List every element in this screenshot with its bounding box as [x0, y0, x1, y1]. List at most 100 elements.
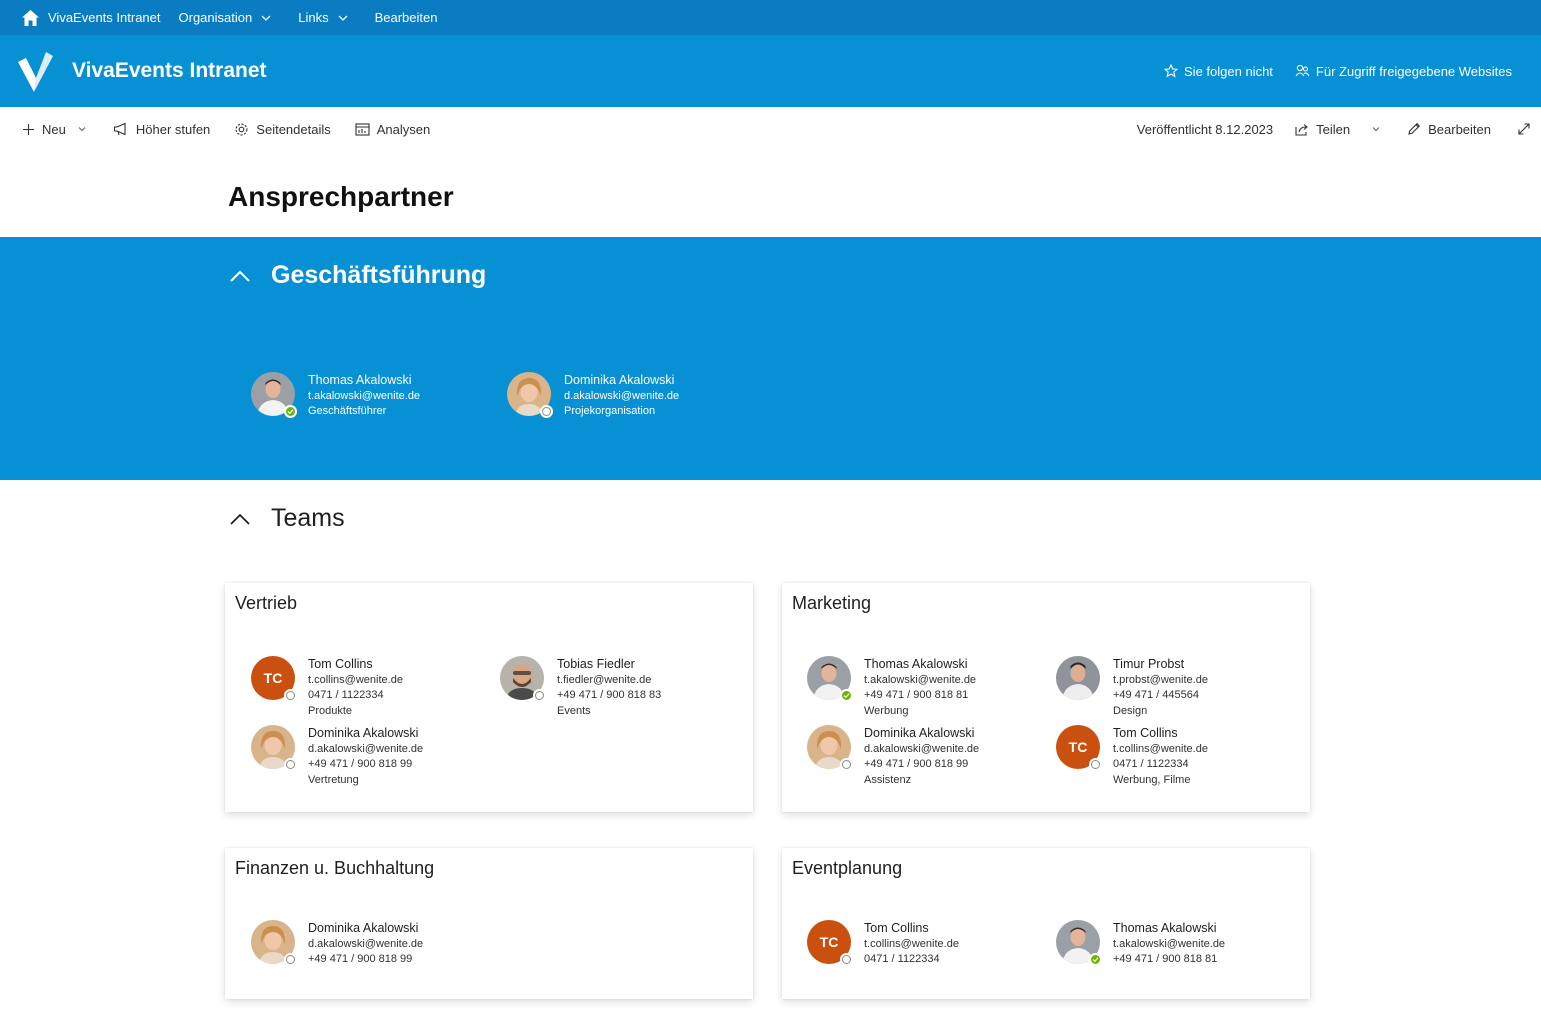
page-details-button[interactable]: Seitendetails [234, 122, 331, 137]
person-name[interactable]: Dominika Akalowski [308, 726, 423, 742]
share-button[interactable]: Teilen [1295, 122, 1381, 137]
person-phone[interactable]: +49 471 / 900 818 83 [557, 688, 661, 704]
analytics-label: Analysen [376, 121, 431, 137]
analytics-button[interactable]: Analysen [355, 122, 430, 137]
person-phone[interactable]: +49 471 / 445564 [1113, 688, 1208, 704]
avatar[interactable] [251, 920, 297, 966]
person-phone[interactable]: +49 471 / 900 818 81 [1113, 952, 1225, 968]
new-button[interactable]: Neu [22, 122, 87, 137]
person-email[interactable]: d.akalowski@wenite.de [308, 937, 423, 953]
chevron-up-icon[interactable] [229, 269, 251, 283]
person-card[interactable]: Timur Probst t.probst@wenite.de +49 471 … [1056, 656, 1208, 719]
person-phone[interactable]: 0471 / 1122334 [864, 952, 959, 968]
person-email[interactable]: t.akalowski@wenite.de [864, 673, 976, 689]
management-header[interactable]: Geschäftsführung [229, 261, 486, 290]
person-card[interactable]: Thomas Akalowski t.akalowski@wenite.de +… [1056, 920, 1225, 968]
page-title: Ansprechpartner [228, 181, 454, 212]
person-email[interactable]: t.collins@wenite.de [1113, 742, 1208, 758]
nav-organisation-label: Organisation [178, 10, 253, 25]
person-phone[interactable]: 0471 / 1122334 [308, 688, 403, 704]
person-name[interactable]: Thomas Akalowski [864, 657, 976, 673]
person-card[interactable]: Dominika Akalowski d.akalowski@wenite.de… [251, 725, 423, 788]
person-card[interactable]: TC Tom Collins t.collins@wenite.de 0471 … [807, 920, 959, 968]
person-card[interactable]: TC Tom Collins t.collins@wenite.de 0471 … [251, 656, 403, 719]
team-card-title: Vertrieb [235, 593, 298, 613]
gear-icon [235, 123, 248, 135]
person-card[interactable]: TC Tom Collins t.collins@wenite.de 0471 … [1056, 725, 1208, 788]
presence-offline-icon [1089, 758, 1102, 771]
site-logo-icon[interactable] [16, 48, 54, 94]
suite-site-name[interactable]: VivaEvents Intranet [48, 10, 161, 25]
management-title: Geschäftsführung [271, 261, 487, 289]
teams-header[interactable]: Teams [229, 504, 345, 533]
person-role: Vertretung [308, 773, 359, 786]
person-phone[interactable]: +49 471 / 900 818 99 [308, 952, 423, 968]
command-bar: Neu Höher stufen Seitendetails Analysen … [0, 107, 1541, 151]
avatar[interactable] [1056, 656, 1100, 700]
avatar[interactable] [807, 656, 853, 702]
avatar[interactable]: TC [807, 920, 853, 966]
avatar[interactable]: TC [1056, 725, 1102, 771]
person-name[interactable]: Dominika Akalowski [564, 373, 679, 389]
avatar[interactable] [507, 372, 553, 418]
person-phone[interactable]: +49 471 / 900 818 81 [864, 688, 976, 704]
presence-offline-icon [284, 689, 297, 702]
person-name[interactable]: Thomas Akalowski [1113, 921, 1225, 937]
nav-bearbeiten[interactable]: Bearbeiten [375, 10, 438, 25]
edit-button[interactable]: Bearbeiten [1407, 122, 1491, 137]
person-name[interactable]: Timur Probst [1113, 657, 1208, 673]
site-title[interactable]: VivaEvents Intranet [72, 59, 267, 83]
team-card-vertrieb: Vertrieb TC Tom Collins t.collins@wenite… [225, 583, 753, 812]
teams-title: Teams [271, 504, 345, 532]
person-email[interactable]: d.akalowski@wenite.de [564, 389, 679, 405]
person-card[interactable]: Thomas Akalowski t.akalowski@wenite.de G… [251, 372, 420, 420]
person-card[interactable]: Tobias Fiedler t.fiedler@wenite.de +49 4… [500, 656, 661, 719]
shared-sites-button[interactable]: Für Zugriff freigegebene Websites [1295, 64, 1512, 79]
avatar[interactable] [1056, 920, 1102, 966]
nav-organisation[interactable]: Organisation [179, 10, 273, 25]
chevron-up-icon[interactable] [229, 512, 251, 526]
suite-navigation-bar: VivaEvents Intranet Organisation Links B… [0, 0, 1541, 35]
person-name[interactable]: Tom Collins [1113, 726, 1208, 742]
avatar[interactable] [251, 725, 297, 771]
person-name[interactable]: Tom Collins [308, 657, 403, 673]
person-email[interactable]: t.akalowski@wenite.de [1113, 937, 1225, 953]
person-email[interactable]: t.akalowski@wenite.de [308, 389, 420, 405]
promote-button[interactable]: Höher stufen [113, 122, 210, 137]
person-email[interactable]: d.akalowski@wenite.de [864, 742, 979, 758]
avatar[interactable] [251, 372, 297, 418]
person-phone[interactable]: +49 471 / 900 818 99 [308, 757, 423, 773]
person-email[interactable]: t.probst@wenite.de [1113, 673, 1208, 689]
follow-button[interactable]: Sie folgen nicht [1164, 64, 1273, 79]
person-card[interactable]: Thomas Akalowski t.akalowski@wenite.de +… [807, 656, 976, 719]
presence-available-icon [840, 689, 853, 702]
share-label: Teilen [1316, 121, 1351, 137]
person-name[interactable]: Thomas Akalowski [308, 373, 420, 389]
person-email[interactable]: t.collins@wenite.de [308, 673, 403, 689]
chevron-down-icon [261, 15, 271, 21]
person-card[interactable]: Dominika Akalowski d.akalowski@wenite.de… [507, 372, 679, 420]
person-card[interactable]: Dominika Akalowski d.akalowski@wenite.de… [807, 725, 979, 788]
presence-offline-icon [540, 405, 553, 418]
management-section: Geschäftsführung Thomas Akalowski t.akal… [0, 237, 1541, 480]
nav-links[interactable]: Links [298, 10, 348, 25]
avatar[interactable] [500, 656, 546, 702]
pencil-icon [1408, 122, 1421, 135]
person-name[interactable]: Tobias Fiedler [557, 657, 661, 673]
person-name[interactable]: Dominika Akalowski [864, 726, 979, 742]
team-card-title: Eventplanung [792, 858, 903, 878]
expand-button[interactable] [1517, 122, 1531, 136]
published-status: Veröffentlicht 8.12.2023 [1136, 121, 1274, 137]
person-email[interactable]: t.collins@wenite.de [864, 937, 959, 953]
avatar[interactable] [807, 725, 853, 771]
person-email[interactable]: t.fiedler@wenite.de [557, 673, 661, 689]
team-card-marketing: Marketing Thomas Akalowski t.akalowski@w… [782, 583, 1310, 812]
person-name[interactable]: Dominika Akalowski [308, 921, 423, 937]
person-name[interactable]: Tom Collins [864, 921, 959, 937]
person-email[interactable]: d.akalowski@wenite.de [308, 742, 423, 758]
avatar[interactable]: TC [251, 656, 297, 702]
person-card[interactable]: Dominika Akalowski d.akalowski@wenite.de… [251, 920, 423, 968]
person-phone[interactable]: 0471 / 1122334 [1113, 757, 1208, 773]
person-phone[interactable]: +49 471 / 900 818 99 [864, 757, 979, 773]
home-icon[interactable] [20, 8, 40, 28]
